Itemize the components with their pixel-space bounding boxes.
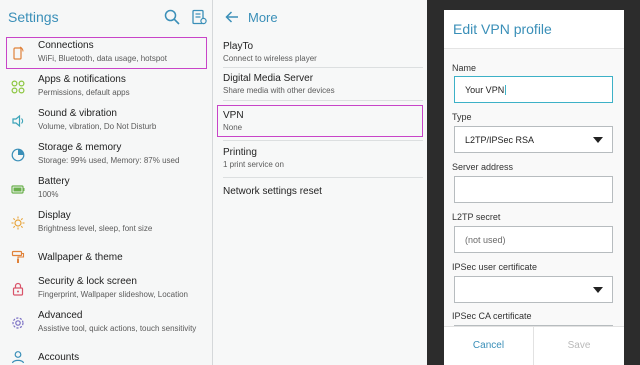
- l2tp-secret-field[interactable]: (not used): [454, 226, 613, 253]
- battery-icon: [11, 185, 25, 194]
- more-item-digital-media-server[interactable]: Digital Media Server Share media with ot…: [223, 73, 419, 97]
- save-button[interactable]: Save: [534, 327, 624, 365]
- dropdown-arrow-icon: [593, 287, 603, 293]
- more-item-label: PlayTo: [223, 41, 254, 52]
- settings-title: Settings: [8, 9, 59, 25]
- divider: [223, 177, 423, 178]
- connections-icon: [13, 46, 24, 60]
- more-item-sublabel: None: [223, 123, 243, 132]
- settings-item-battery[interactable]: Battery 100%: [0, 172, 213, 206]
- settings-item-label: Sound & vibration: [38, 108, 117, 119]
- server-address-field[interactable]: [454, 176, 613, 203]
- l2tp-secret-placeholder: (not used): [465, 235, 506, 245]
- text-cursor: [505, 85, 507, 95]
- settings-item-display[interactable]: Display Brightness level, sleep, font si…: [0, 206, 213, 240]
- settings-item-label: Storage & memory: [38, 142, 122, 153]
- dialog-title: Edit VPN profile: [453, 21, 552, 37]
- divider: [223, 140, 423, 141]
- wallpaper-icon: [11, 250, 25, 263]
- more-item-sublabel: Share media with other devices: [223, 86, 335, 95]
- settings-item-accounts[interactable]: Accounts: [0, 340, 213, 365]
- ipsec-user-cert-select[interactable]: [454, 276, 613, 303]
- settings-item-sublabel: WiFi, Bluetooth, data usage, hotspot: [38, 54, 167, 63]
- settings-item-sublabel: 100%: [38, 190, 59, 199]
- back-arrow-icon[interactable]: [225, 10, 239, 24]
- settings-item-sublabel: Assistive tool, quick actions, touch sen…: [38, 324, 197, 333]
- server-address-label: Server address: [452, 162, 514, 172]
- search-icon[interactable]: [164, 9, 180, 25]
- divider: [223, 100, 423, 101]
- settings-item-label: Advanced: [38, 310, 83, 321]
- settings-item-sublabel: Storage: 99% used, Memory: 87% used: [38, 156, 180, 165]
- settings-item-sublabel: Volume, vibration, Do Not Disturb: [38, 122, 157, 131]
- lock-icon: [12, 282, 24, 296]
- l2tp-secret-label: L2TP secret: [452, 212, 501, 222]
- settings-item-label: Security & lock screen: [38, 276, 137, 287]
- sound-icon: [12, 114, 24, 128]
- cancel-button[interactable]: Cancel: [444, 327, 534, 365]
- type-select-value: L2TP/IPSec RSA: [465, 135, 535, 145]
- settings-item-storage[interactable]: Storage & memory Storage: 99% used, Memo…: [0, 138, 213, 172]
- settings-item-sublabel: Permissions, default apps: [38, 88, 130, 97]
- settings-item-advanced[interactable]: Advanced Assistive tool, quick actions, …: [0, 306, 213, 340]
- settings-item-sound[interactable]: Sound & vibration Volume, vibration, Do …: [0, 104, 213, 138]
- settings-item-label: Apps & notifications: [38, 74, 126, 85]
- settings-item-sublabel: Brightness level, sleep, font size: [38, 224, 153, 233]
- settings-item-label: Wallpaper & theme: [38, 252, 123, 263]
- settings-panel: Settings Connections WiFi, Bluetooth, da…: [0, 0, 213, 365]
- display-icon: [11, 216, 25, 230]
- more-header: More: [213, 0, 427, 35]
- divider: [223, 67, 423, 68]
- settings-item-security[interactable]: Security & lock screen Fingerprint, Wall…: [0, 272, 213, 306]
- name-label: Name: [452, 63, 477, 73]
- settings-item-wallpaper[interactable]: Wallpaper & theme: [0, 240, 213, 274]
- more-item-label: VPN: [223, 110, 244, 121]
- more-item-vpn[interactable]: VPN None: [217, 105, 423, 137]
- settings-header: Settings: [0, 0, 213, 35]
- more-title: More: [248, 10, 278, 25]
- dialog-actions: Cancel Save: [444, 326, 624, 365]
- dialog-form: Name Your VPN Type L2TP/IPSec RSA Server…: [444, 48, 624, 326]
- storage-icon: [11, 148, 25, 162]
- settings-item-sublabel: Fingerprint, Wallpaper slideshow, Locati…: [38, 290, 189, 299]
- more-item-label: Digital Media Server: [223, 73, 314, 84]
- settings-item-label: Battery: [38, 176, 70, 187]
- name-field-value: Your VPN: [465, 85, 505, 95]
- more-panel: More PlayTo Connect to wireless player D…: [213, 0, 427, 365]
- dropdown-arrow-icon: [593, 137, 603, 143]
- more-item-sublabel: 1 print service on: [223, 160, 284, 169]
- name-field[interactable]: Your VPN: [454, 76, 613, 103]
- settings-item-label: Accounts: [38, 352, 80, 363]
- accounts-icon: [11, 351, 25, 364]
- settings-item-apps[interactable]: Apps & notifications Permissions, defaul…: [0, 70, 213, 104]
- settings-item-connections[interactable]: Connections WiFi, Bluetooth, data usage,…: [5, 36, 208, 70]
- settings-item-label: Connections: [38, 40, 94, 51]
- more-item-playto[interactable]: PlayTo Connect to wireless player: [223, 41, 419, 65]
- settings-item-label: Display: [38, 210, 71, 221]
- more-item-sublabel: Connect to wireless player: [223, 54, 317, 63]
- type-select[interactable]: L2TP/IPSec RSA: [454, 126, 613, 153]
- ipsec-ca-cert-label: IPSec CA certificate: [452, 311, 532, 321]
- apps-icon: [11, 80, 25, 94]
- gear-icon: [12, 317, 24, 329]
- more-item-network-settings-reset[interactable]: Network settings reset: [223, 186, 419, 202]
- more-item-printing[interactable]: Printing 1 print service on: [223, 147, 419, 171]
- edit-vpn-dialog: Edit VPN profile Name Your VPN Type L2TP…: [444, 10, 624, 365]
- more-item-label: Printing: [223, 147, 257, 158]
- settings-list-icon[interactable]: [191, 9, 207, 25]
- ipsec-user-cert-label: IPSec user certificate: [452, 262, 538, 272]
- type-label: Type: [452, 112, 472, 122]
- more-item-label: Network settings reset: [223, 186, 322, 197]
